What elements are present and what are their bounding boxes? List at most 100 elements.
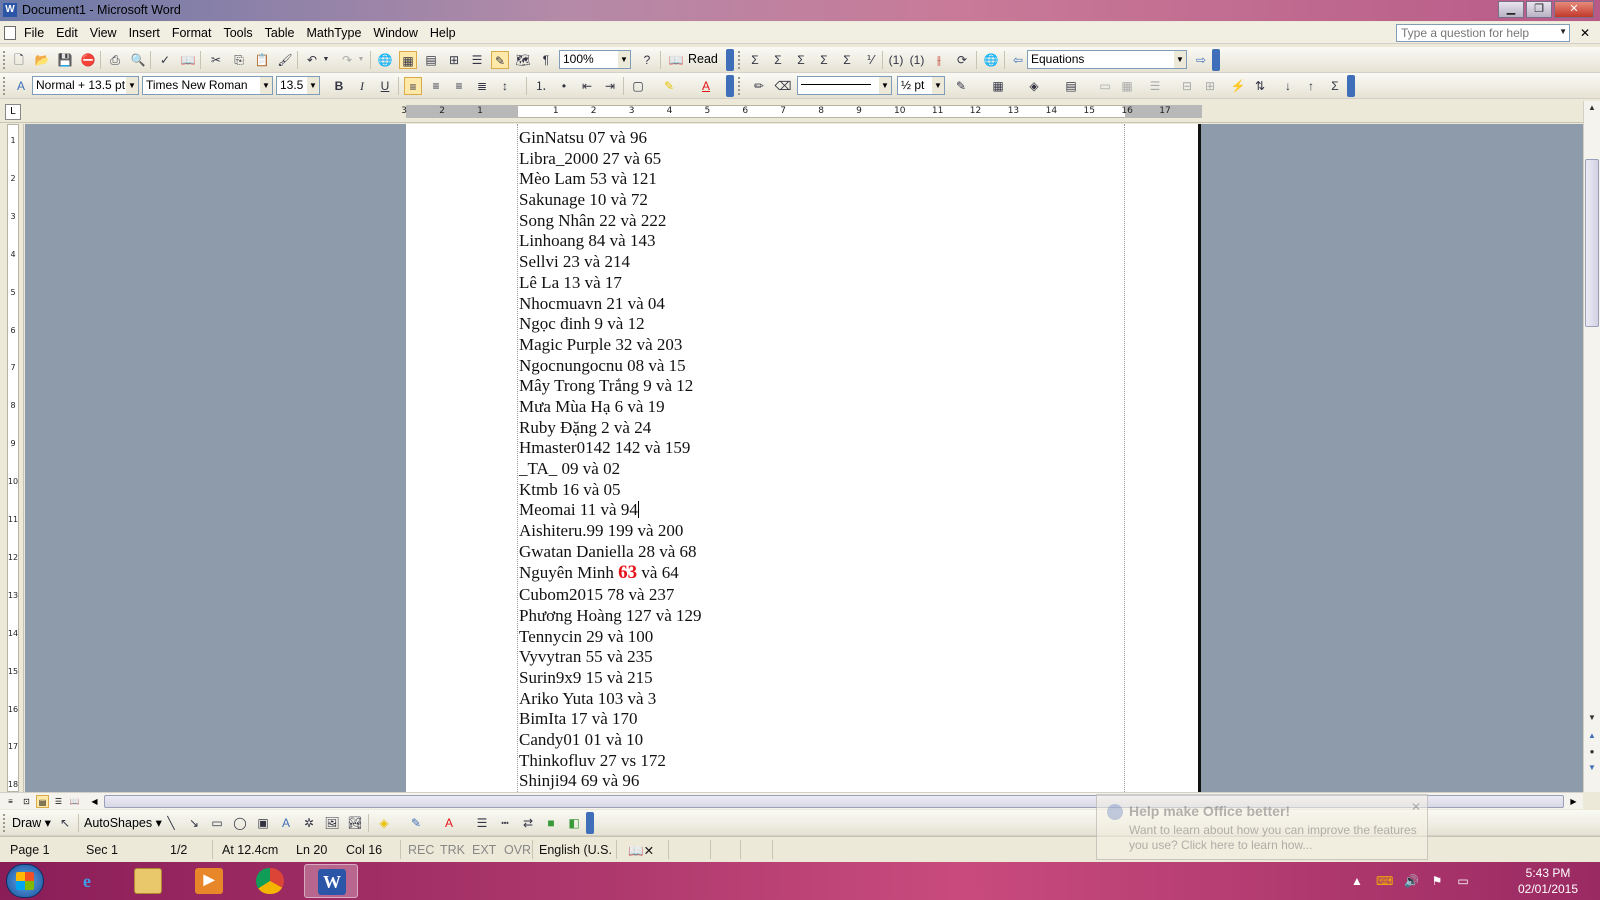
fraction-icon[interactable]: ⅟ <box>861 51 879 69</box>
scroll-left-icon[interactable]: ◀ <box>88 795 101 808</box>
list-item[interactable]: Ktmb 16 và 05 <box>519 480 702 501</box>
scroll-up-icon[interactable]: ▲ <box>1586 103 1598 115</box>
print-icon[interactable]: ⎙ <box>106 51 124 69</box>
menu-table[interactable]: Table <box>259 25 301 41</box>
menu-help[interactable]: Help <box>424 25 462 41</box>
autosum-icon[interactable]: Σ <box>1326 77 1344 95</box>
minimize-button[interactable]: ▁ <box>1498 1 1524 18</box>
highlight-icon[interactable]: ✎ <box>660 77 678 95</box>
list-item[interactable]: Mây Trong Trắng 9 và 12 <box>519 376 702 397</box>
sort-ascending-icon[interactable]: ↓ <box>1279 77 1297 95</box>
list-item[interactable]: Libra_2000 27 và 65 <box>519 149 702 170</box>
line-color-icon[interactable]: ✎ <box>407 814 425 832</box>
styles-formatting-icon[interactable]: A <box>12 77 30 95</box>
save-icon[interactable]: 💾 <box>56 51 74 69</box>
reading-layout-icon[interactable]: 📖 <box>68 795 81 808</box>
line-style-icon[interactable]: ☰ <box>473 814 491 832</box>
chevron-down-icon[interactable]: ▼ <box>618 51 630 68</box>
list-item[interactable]: Vyvytran 55 và 235 <box>519 647 702 668</box>
italic-icon[interactable]: I <box>353 77 371 95</box>
horizontal-ruler[interactable]: L 3 2 1 1 2 3 4 5 6 7 8 9 10 11 12 13 14 15 16 17 <box>0 101 1600 123</box>
distribute-rows-icon[interactable]: ⊟ <box>1178 77 1196 95</box>
font-color-icon[interactable]: A <box>440 814 458 832</box>
vertical-ruler[interactable]: 1 2 3 4 5 6 7 8 9 10 11 12 13 14 15 16 17 18 <box>0 124 24 792</box>
rectangle-icon[interactable]: ▭ <box>208 814 226 832</box>
font-size-select[interactable]: 13.5 ▼ <box>276 76 320 95</box>
columns-icon[interactable]: ☰ <box>468 51 486 69</box>
justify-icon[interactable]: ≣ <box>473 77 491 95</box>
action-center-flag-icon[interactable]: ⚑ <box>1430 874 1444 888</box>
sum-icon[interactable]: Σ <box>769 51 787 69</box>
draw-menu-button[interactable]: Draw ▾ <box>12 815 51 830</box>
menu-window[interactable]: Window <box>367 25 423 41</box>
vertical-scrollbar[interactable]: ▲ ▼ ▲ ● ▼ <box>1583 101 1600 792</box>
toolbar-options-icon[interactable] <box>726 49 734 71</box>
menu-edit[interactable]: Edit <box>50 25 84 41</box>
tables-borders-icon[interactable]: ▦ <box>399 51 417 69</box>
document-page[interactable]: GinNatsu 07 và 96 Libra_2000 27 và 65 Mè… <box>406 124 1201 792</box>
clip-art-icon[interactable]: 🖼 <box>323 814 341 832</box>
outline-view-icon[interactable]: ☰ <box>52 795 65 808</box>
toolbar-options-icon[interactable] <box>726 75 734 97</box>
open-folder-icon[interactable]: 📂 <box>33 51 51 69</box>
web-layout-icon[interactable]: ⊡ <box>20 795 33 808</box>
arrow-left-icon[interactable]: ⇦ <box>1009 51 1027 69</box>
close-button[interactable]: ✕ <box>1554 1 1594 18</box>
list-item[interactable]: Mưa Mùa Hạ 6 và 19 <box>519 397 702 418</box>
normal-view-icon[interactable]: ≡ <box>4 795 17 808</box>
draw-table-icon[interactable]: ✏ <box>750 77 768 95</box>
list-item[interactable]: GinNatsu 07 và 96 <box>519 128 702 149</box>
copy-icon[interactable]: ⎘ <box>230 51 248 69</box>
taskbar-chrome[interactable] <box>243 864 297 898</box>
zoom-select[interactable]: 100% ▼ <box>559 50 631 69</box>
bold-icon[interactable]: B <box>330 77 348 95</box>
list-item[interactable]: Lê La 13 và 17 <box>519 273 702 294</box>
line-spacing-icon[interactable]: ↕ <box>496 77 514 95</box>
start-button[interactable] <box>6 864 44 898</box>
insert-excel-icon[interactable]: ⊞ <box>445 51 463 69</box>
help-icon[interactable]: ? <box>638 51 656 69</box>
document-close-button[interactable]: ✕ <box>1580 26 1590 40</box>
toolbar-grip[interactable] <box>738 77 742 95</box>
redo-dropdown-icon[interactable]: ▼ <box>356 51 366 69</box>
paste-icon[interactable]: 📋 <box>253 51 271 69</box>
toolbar-options-icon[interactable] <box>586 812 594 834</box>
drawing-icon[interactable]: ✎ <box>491 51 509 69</box>
menu-mathtype[interactable]: MathType <box>301 25 368 41</box>
oval-icon[interactable]: ◯ <box>231 814 249 832</box>
list-item[interactable]: Nhocmuavn 21 và 04 <box>519 294 702 315</box>
align-right-icon[interactable]: ≡ <box>450 77 468 95</box>
list-item[interactable]: Ariko Yuta 103 và 3 <box>519 689 702 710</box>
list-item[interactable]: Ngọc đinh 9 và 12 <box>519 314 702 335</box>
list-item[interactable]: Hmaster0142 142 và 159 <box>519 438 702 459</box>
chevron-down-icon[interactable]: ▼ <box>260 77 272 94</box>
chevron-down-icon[interactable]: ▼ <box>1174 51 1186 68</box>
read-button[interactable]: Read <box>688 52 718 66</box>
redo-icon[interactable]: ↷ <box>338 51 356 69</box>
word-app-icon[interactable]: W <box>3 3 17 17</box>
list-item[interactable]: Ruby Đặng 2 và 24 <box>519 418 702 439</box>
list-item[interactable]: Phương Hoàng 127 và 129 <box>519 606 702 627</box>
underline-icon[interactable]: U <box>376 77 394 95</box>
network-icon[interactable]: ▭ <box>1456 874 1470 888</box>
list-item[interactable]: Surin9x9 15 và 215 <box>519 668 702 689</box>
spelling-icon[interactable]: ✓ <box>156 51 174 69</box>
equation-update-icon[interactable]: ⟳ <box>953 51 971 69</box>
undo-dropdown-icon[interactable]: ▼ <box>321 51 331 69</box>
toolbar-options-icon[interactable] <box>1347 75 1355 97</box>
equation-number-icon[interactable]: (1) <box>887 51 905 69</box>
format-painter-icon[interactable]: 🖌 <box>276 51 294 69</box>
help-improve-balloon[interactable]: Help make Office better! Want to learn a… <box>1096 794 1428 860</box>
extend-selection-toggle[interactable]: EXT <box>472 843 496 857</box>
chevron-down-icon[interactable]: ▼ <box>879 77 891 94</box>
list-item[interactable]: Candy01 01 và 10 <box>519 730 702 751</box>
equation-break-icon[interactable]: ⫲ <box>930 51 948 69</box>
font-color-icon[interactable]: A <box>697 77 715 95</box>
print-preview-icon[interactable]: 🔍 <box>129 51 147 69</box>
equations-select[interactable]: Equations ▼ <box>1027 50 1187 69</box>
language-bar-icon[interactable]: ⌨ <box>1376 874 1393 888</box>
numbering-icon[interactable]: ⒈ <box>532 77 550 95</box>
list-item[interactable]: Aishiteru.99 199 và 200 <box>519 521 702 542</box>
status-language[interactable]: English (U.S. <box>539 843 612 857</box>
menu-tools[interactable]: Tools <box>217 25 258 41</box>
